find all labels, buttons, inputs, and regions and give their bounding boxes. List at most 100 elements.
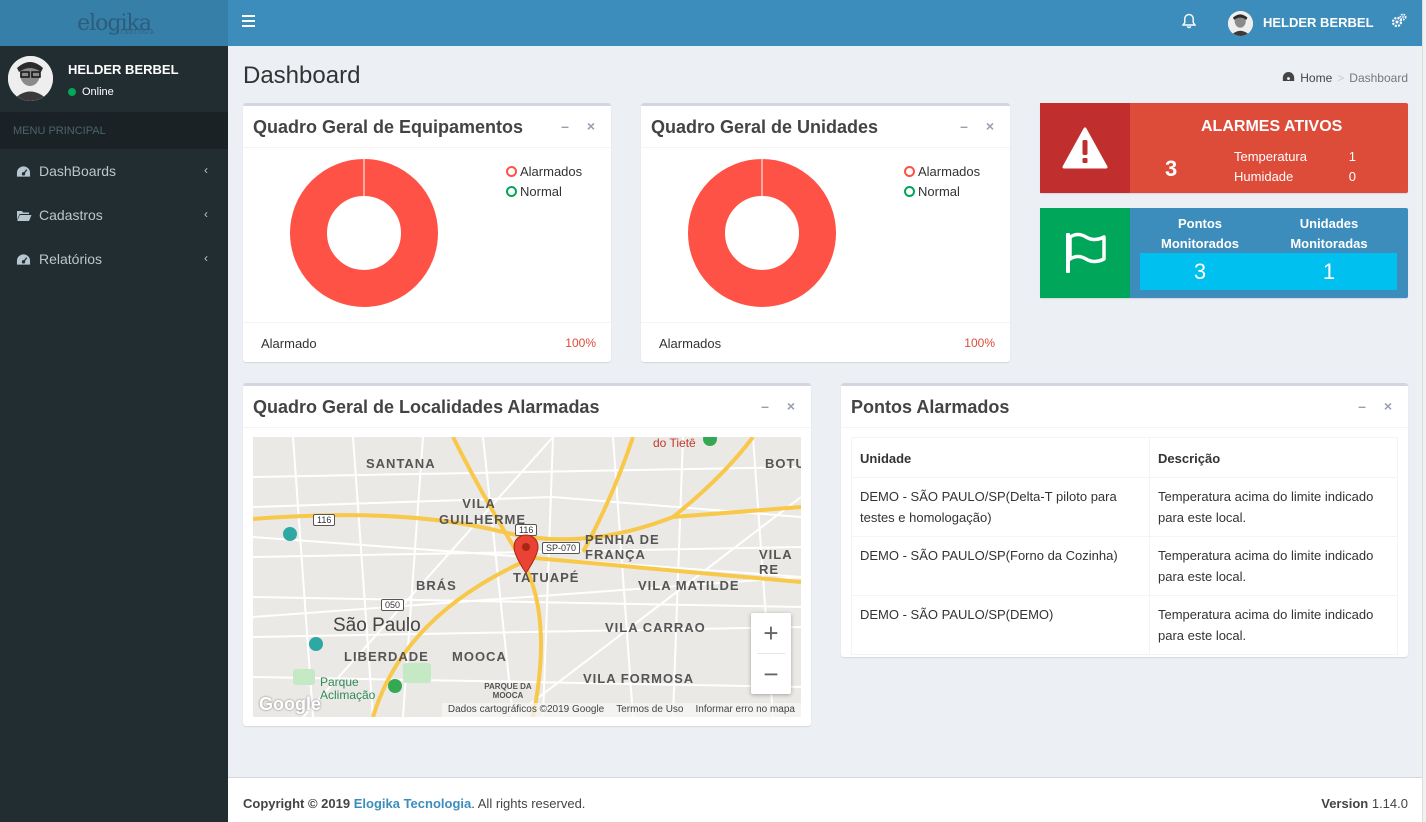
zoom-in-button[interactable]: + — [751, 613, 791, 653]
user-status-label: Online — [82, 86, 114, 98]
map[interactable]: SANTANA VILA GUILHERME PENHA DE FRANÇA T… — [253, 437, 801, 717]
box-title: Quadro Geral de Unidades — [651, 117, 879, 137]
table-row[interactable]: DEMO - SÃO PAULO/SP(Delta-T piloto para … — [851, 477, 1398, 537]
footer-label: Alarmados — [659, 336, 722, 351]
map-label: LIBERDADE — [344, 649, 429, 664]
legend-circle-icon — [904, 165, 915, 177]
header-user-name[interactable]: HELDER BERBEL — [1263, 15, 1374, 30]
box-footer: Alarmados 100% — [641, 322, 1010, 362]
chevron-left-icon: ‹ — [204, 251, 208, 265]
map-data-credit: Dados cartográficos ©2019 Google — [447, 704, 605, 715]
alarmed-locations-box: Quadro Geral de Localidades Alarmadas – … — [243, 383, 811, 726]
sidebar-item-cadastros[interactable]: Cadastros ‹ — [0, 193, 228, 237]
label-line: Monitoradas — [1290, 236, 1368, 251]
units-monitored-value: 1 — [1322, 259, 1336, 284]
map-label: BOTU — [765, 456, 801, 471]
table-row[interactable]: DEMO - SÃO PAULO/SP(DEMO) Temperatura ac… — [851, 595, 1398, 655]
box-header: Quadro Geral de Localidades Alarmadas – … — [243, 386, 811, 428]
map-attribution: Dados cartográficos ©2019 Google Termos … — [441, 703, 801, 717]
page-footer: Copyright © 2019 Elogika Tecnologia. All… — [228, 777, 1422, 822]
box-title: Quadro Geral de Localidades Alarmadas — [253, 397, 600, 417]
notifications-bell-icon[interactable] — [1181, 13, 1197, 32]
sidebar-item-relatorios[interactable]: Relatórios ‹ — [0, 237, 228, 281]
close-button[interactable]: × — [1382, 398, 1394, 414]
copyright-notice: Copyright © 2019 Elogika Tecnologia. All… — [243, 796, 585, 811]
legend-circle-icon — [506, 185, 517, 197]
map-label: VILA FORMOSA — [583, 671, 695, 686]
sidebar-toggle-icon[interactable] — [242, 15, 255, 27]
box-title: Pontos Alarmados — [851, 397, 1010, 417]
dashboard-icon — [16, 253, 32, 266]
box-header: Quadro Geral de Equipamentos – × — [243, 106, 611, 148]
map-label: PARQUE DA MOOCA — [484, 682, 532, 700]
terms-link[interactable]: Termos de Uso — [616, 704, 683, 716]
legend-item-alarmados[interactable]: Alarmados — [506, 161, 582, 181]
breadcrumb-home-link[interactable]: Home — [1300, 71, 1332, 85]
legend-item-alarmados[interactable]: Alarmados — [904, 161, 980, 181]
legend-item-normal[interactable]: Normal — [904, 181, 980, 201]
map-label: Parque Aclimação — [320, 675, 376, 702]
points-monitored-value: 3 — [1193, 259, 1207, 284]
column-header-unidade: Unidade — [851, 437, 1150, 478]
equipment-overview-box: Quadro Geral de Equipamentos – × Alarmad… — [243, 103, 611, 362]
dashboard-icon — [1282, 71, 1295, 85]
box-title: Quadro Geral de Equipamentos — [253, 117, 524, 137]
table-header-row: Unidade Descrição — [851, 437, 1398, 478]
footer-percentage: 100% — [565, 336, 596, 350]
legend-item-normal[interactable]: Normal — [506, 181, 582, 201]
settings-gears-icon[interactable] — [1391, 13, 1407, 32]
monitored-values-bar: 3 1 — [1140, 253, 1397, 290]
cell-descricao: Temperatura acima do limite indicado par… — [1149, 536, 1398, 596]
close-button[interactable]: × — [984, 118, 996, 134]
equipment-donut-chart — [290, 159, 438, 307]
company-link[interactable]: Elogika Tecnologia — [354, 796, 472, 811]
collapse-button[interactable]: – — [559, 118, 571, 134]
monitored-info-box: Pontos Monitorados Unidades Monitoradas … — [1040, 208, 1408, 298]
top-navbar: HELDER BERBEL — [228, 0, 1422, 46]
scrollbar[interactable] — [1422, 0, 1426, 822]
units-monitored-label: Unidades Monitoradas — [1279, 214, 1379, 254]
header-avatar[interactable] — [1228, 11, 1253, 36]
online-status-icon — [68, 88, 76, 96]
box-header: Quadro Geral de Unidades – × — [641, 106, 1010, 148]
close-button[interactable]: × — [785, 398, 797, 414]
chart-legend: Alarmados Normal — [506, 161, 582, 201]
logo-subtitle: TECNOLOGIA — [112, 30, 155, 36]
sidebar-item-dashboards[interactable]: DashBoards ‹ — [0, 149, 228, 193]
location-marker-icon[interactable] — [513, 534, 539, 574]
collapse-button[interactable]: – — [759, 398, 771, 414]
alarms-title: ALARMES ATIVOS — [1201, 118, 1343, 135]
map-label: MOOCA — [452, 649, 507, 664]
google-logo: Google — [259, 694, 321, 714]
alarm-breakdown: Temperatura 1 Humidade 0 — [1234, 149, 1356, 189]
alarm-row-humidade: Humidade 0 — [1234, 169, 1356, 189]
rights-text: . All rights reserved. — [471, 796, 586, 811]
page-title: Dashboard — [243, 62, 361, 89]
box-tools: – × — [1356, 398, 1394, 414]
map-label: SANTANA — [366, 456, 436, 471]
units-overview-box: Quadro Geral de Unidades – × Alarmados N… — [641, 103, 1010, 362]
box-tools: – × — [559, 118, 597, 134]
legend-label: Normal — [520, 183, 562, 199]
breadcrumb-current: Dashboard — [1349, 71, 1408, 85]
collapse-button[interactable]: – — [1356, 398, 1368, 414]
alarms-total: 3 — [1165, 156, 1178, 181]
avatar — [8, 56, 53, 101]
report-error-link[interactable]: Informar erro no mapa — [696, 704, 796, 716]
table-row[interactable]: DEMO - SÃO PAULO/SP(Forno da Cozinha) Te… — [851, 536, 1398, 596]
map-label: VILA CARRAO — [605, 620, 706, 635]
sidebar-item-label: Cadastros — [39, 207, 103, 223]
alarm-type-count: 1 — [1348, 149, 1356, 164]
close-button[interactable]: × — [585, 118, 597, 134]
version-info: Version 1.14.0 — [1321, 796, 1408, 811]
collapse-button[interactable]: – — [958, 118, 970, 134]
zoom-out-button[interactable]: − — [751, 654, 791, 694]
flag-icon — [1040, 208, 1130, 298]
chevron-left-icon: ‹ — [204, 163, 208, 177]
logo[interactable]: elogika TECNOLOGIA — [0, 0, 228, 46]
column-header-descricao: Descrição — [1149, 437, 1398, 478]
version-number: 1.14.0 — [1371, 796, 1408, 811]
map-label: VILA GUILHERME — [439, 496, 526, 527]
chevron-left-icon: ‹ — [204, 207, 208, 221]
cell-unidade: DEMO - SÃO PAULO/SP(Forno da Cozinha) — [851, 536, 1150, 596]
